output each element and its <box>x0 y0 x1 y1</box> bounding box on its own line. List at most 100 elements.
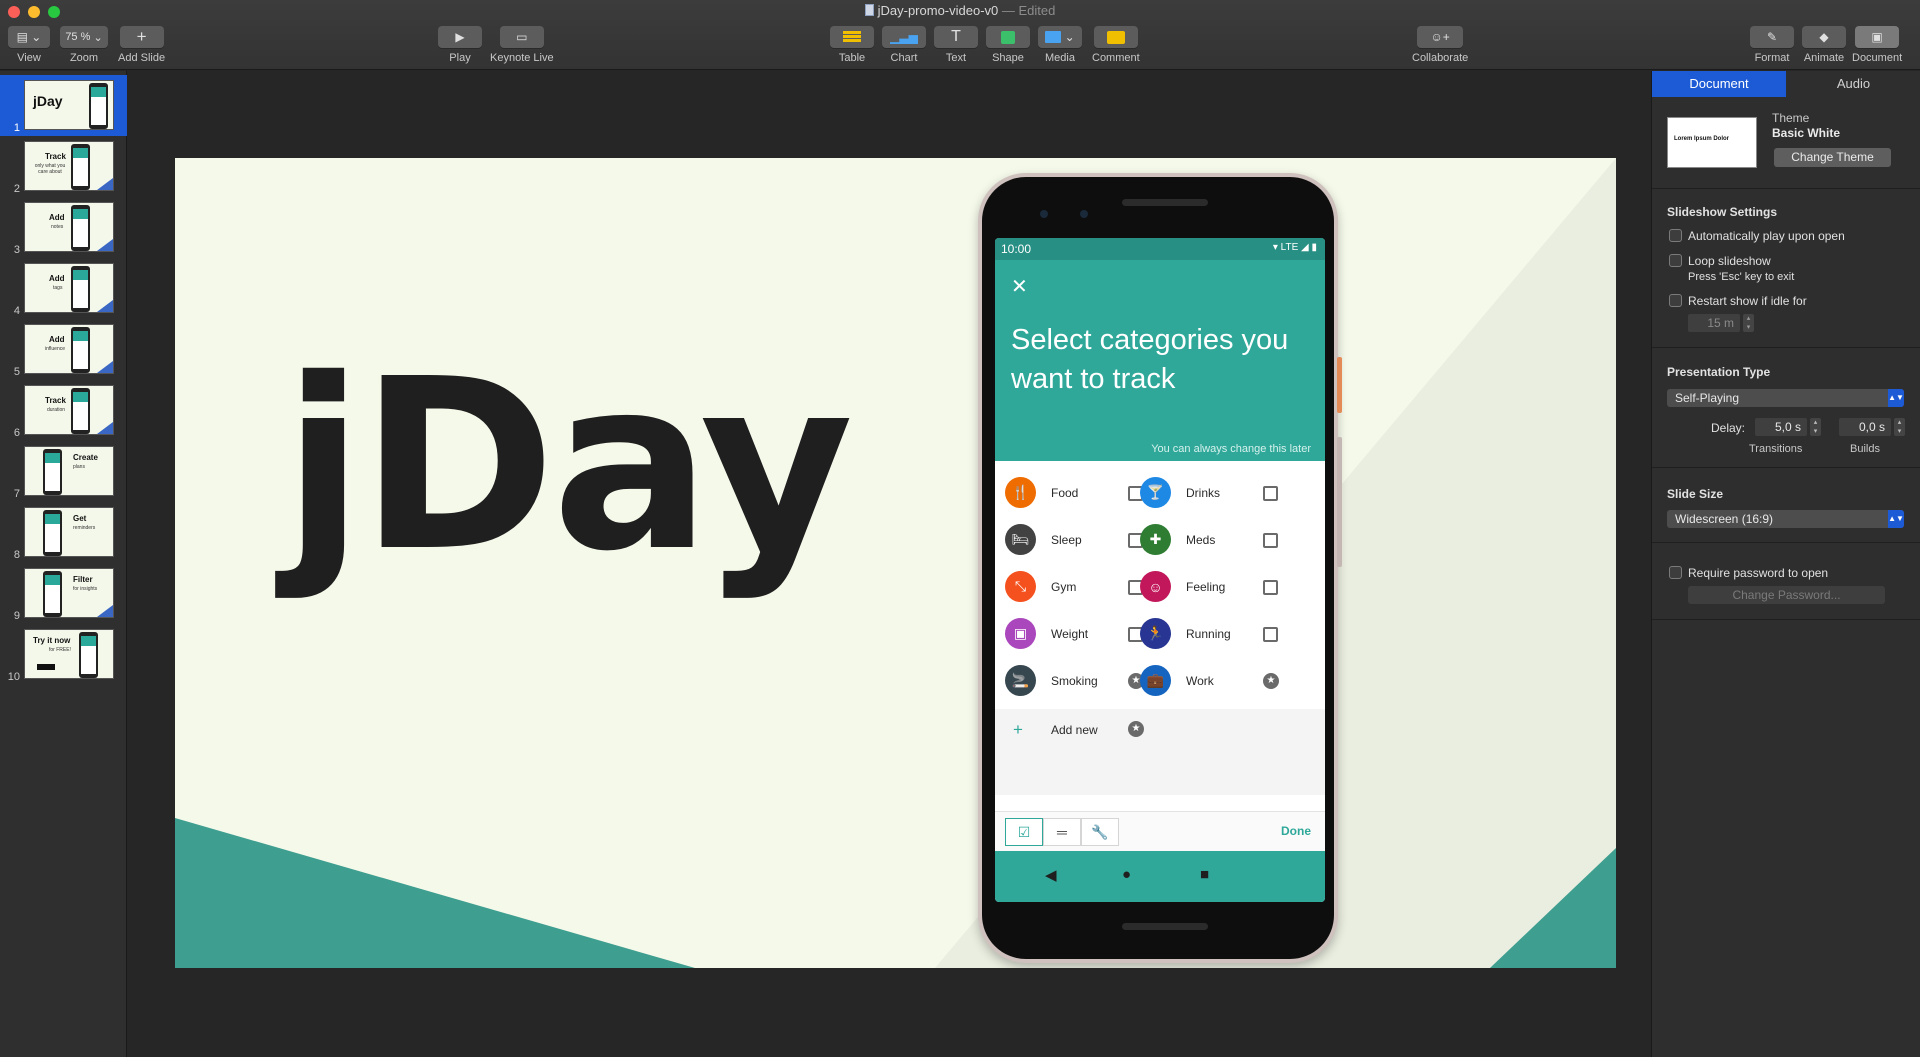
chart-tool[interactable]: ▁▃▅ Chart <box>882 26 926 64</box>
zoom-select[interactable]: 75 % ⌄ <box>60 26 108 48</box>
recents-icon[interactable]: ■ <box>1200 866 1209 883</box>
back-icon[interactable]: ◀ <box>1045 866 1057 884</box>
require-password-checkbox[interactable] <box>1669 566 1682 579</box>
scale-icon: ▣ <box>1005 618 1036 649</box>
presentation-type-select[interactable]: Self-Playing ▲▼ <box>1667 389 1904 407</box>
media-tool[interactable]: ⌄ Media <box>1038 26 1082 64</box>
phone-thumb <box>43 449 62 495</box>
check-mode-icon[interactable]: ☑ <box>1005 818 1043 846</box>
change-theme-button[interactable]: Change Theme <box>1774 148 1891 167</box>
animate-button[interactable]: ◆ <box>1802 26 1846 48</box>
view-button[interactable]: ▤ ⌄ <box>8 26 50 48</box>
chart-button[interactable]: ▁▃▅ <box>882 26 926 48</box>
thumbnail-image: Try it now for FREE! <box>24 629 114 679</box>
loop-hint: Press 'Esc' key to exit <box>1688 271 1795 283</box>
add-slide-button[interactable]: + <box>119 26 164 48</box>
keynote-live-button[interactable]: ▭ <box>499 26 544 48</box>
shape-button[interactable] <box>986 26 1030 48</box>
thumbnail-image: Create plans <box>24 446 114 496</box>
add-new-row[interactable]: + Add new ★ <box>995 709 1325 795</box>
play-tool[interactable]: ▶ Play <box>438 26 482 64</box>
builds-stepper[interactable]: ▴ ▾ <box>1894 418 1905 436</box>
transitions-stepper[interactable]: ▴ ▾ <box>1810 418 1821 436</box>
star-icon[interactable]: ★ <box>1263 673 1279 689</box>
view-tool[interactable]: ▤ ⌄ View <box>8 26 50 64</box>
plus-icon: + <box>136 27 147 46</box>
document-tool[interactable]: ▣ Document <box>1852 26 1902 64</box>
star-icon[interactable]: ★ <box>1128 721 1144 737</box>
slide-size-select[interactable]: Widescreen (16:9) ▲▼ <box>1667 510 1904 528</box>
slide-thumbnail-8[interactable]: Get reminders 8 <box>0 502 127 563</box>
document-button[interactable]: ▣ <box>1855 26 1900 48</box>
animate-tool[interactable]: ◆ Animate <box>1802 26 1846 64</box>
slide-thumbnail-10[interactable]: Try it now for FREE! 10 <box>0 624 127 685</box>
shape-tool[interactable]: Shape <box>986 26 1030 64</box>
format-tool[interactable]: ✎ Format <box>1750 26 1794 64</box>
transitions-delay-field[interactable]: 5,0 s <box>1755 418 1807 436</box>
bed-icon: 🛏 <box>1005 524 1036 555</box>
category-checkbox[interactable] <box>1263 580 1278 595</box>
loop-checkbox[interactable] <box>1669 254 1682 267</box>
phone-camera <box>1080 210 1088 218</box>
table-icon <box>843 31 861 43</box>
category-meds[interactable]: ✚ Meds <box>1140 520 1300 556</box>
add-new-label: Add new <box>1051 723 1098 737</box>
collaborate-button[interactable]: ☺+ <box>1417 26 1464 48</box>
slide-thumbnail-7[interactable]: Create plans 7 <box>0 441 127 502</box>
restart-idle-checkbox[interactable] <box>1669 294 1682 307</box>
play-button[interactable]: ▶ <box>438 26 482 48</box>
comment-tool[interactable]: Comment <box>1092 26 1140 64</box>
paintbrush-icon: ✎ <box>1766 30 1778 44</box>
format-button[interactable]: ✎ <box>1750 26 1794 48</box>
chevron-updown-icon: ▲▼ <box>1888 510 1904 528</box>
slide-thumbnail-4[interactable]: Add tags 4 <box>0 258 127 319</box>
category-work[interactable]: 💼 Work ★ <box>1140 661 1300 697</box>
slide[interactable]: jDay 10:00 ▾ LTE ◢ ▮ ✕ Select categories… <box>175 158 1616 968</box>
builds-delay-field[interactable]: 0,0 s <box>1839 418 1891 436</box>
theme-preview[interactable]: Lorem Ipsum Dolor <box>1667 117 1757 168</box>
presentation-type-heading: Presentation Type <box>1667 365 1771 379</box>
tab-audio[interactable]: Audio <box>1786 71 1920 97</box>
slide-thumbnail-2[interactable]: Track only what you care about 2 <box>0 136 127 197</box>
zoom-tool[interactable]: 75 % ⌄ Zoom <box>60 26 108 64</box>
thumbnail-image: Get reminders <box>24 507 114 557</box>
table-button[interactable] <box>830 26 874 48</box>
jday-logo[interactable]: jDay <box>283 348 854 584</box>
text-button[interactable]: T <box>934 26 978 48</box>
android-nav-bar: ◀ ● ■ <box>995 851 1325 902</box>
idle-time-field[interactable]: 15 m <box>1688 314 1740 332</box>
table-tool[interactable]: Table <box>830 26 874 64</box>
slide-thumbnail-6[interactable]: Track duration 6 <box>0 380 127 441</box>
category-checkbox[interactable] <box>1263 533 1278 548</box>
text-tool[interactable]: T Text <box>934 26 978 64</box>
slide-thumbnail-1[interactable]: jDay 1 <box>0 75 127 136</box>
phone-thumb <box>89 83 108 129</box>
collaborate-tool[interactable]: ☺+ Collaborate <box>1412 26 1468 64</box>
slide-thumbnail-3[interactable]: Add notes 3 <box>0 197 127 258</box>
wrench-icon[interactable]: 🔧 <box>1081 818 1119 846</box>
slide-thumbnail-9[interactable]: Filter for insights 9 <box>0 563 127 624</box>
category-feeling[interactable]: ☺ Feeling <box>1140 567 1300 603</box>
auto-play-checkbox[interactable] <box>1669 229 1682 242</box>
add-slide-tool[interactable]: + Add Slide <box>118 26 165 64</box>
keynote-live-tool[interactable]: ▭ Keynote Live <box>490 26 554 64</box>
reorder-icon[interactable]: ═ <box>1043 818 1081 846</box>
thumbnail-image: Add influence <box>24 324 114 374</box>
category-checkbox[interactable] <box>1263 627 1278 642</box>
auto-play-label: Automatically play upon open <box>1688 229 1845 243</box>
phone-sensor <box>1040 210 1048 218</box>
slide-thumbnail-5[interactable]: Add influence 5 <box>0 319 127 380</box>
phone-thumb <box>79 632 98 678</box>
comment-button[interactable] <box>1093 26 1138 48</box>
home-icon[interactable]: ● <box>1122 866 1131 883</box>
phone-mockup[interactable]: 10:00 ▾ LTE ◢ ▮ ✕ Select categories you … <box>978 173 1342 963</box>
idle-stepper[interactable]: ▴ ▾ <box>1743 314 1754 332</box>
category-checkbox[interactable] <box>1263 486 1278 501</box>
close-icon[interactable]: ✕ <box>1011 274 1028 299</box>
tab-document[interactable]: Document <box>1652 71 1786 97</box>
category-drinks[interactable]: 🍸 Drinks <box>1140 473 1300 509</box>
done-button[interactable]: Done <box>1281 824 1311 838</box>
media-button[interactable]: ⌄ <box>1038 26 1082 48</box>
change-password-button[interactable]: Change Password... <box>1688 586 1885 604</box>
category-running[interactable]: 🏃 Running <box>1140 614 1300 650</box>
